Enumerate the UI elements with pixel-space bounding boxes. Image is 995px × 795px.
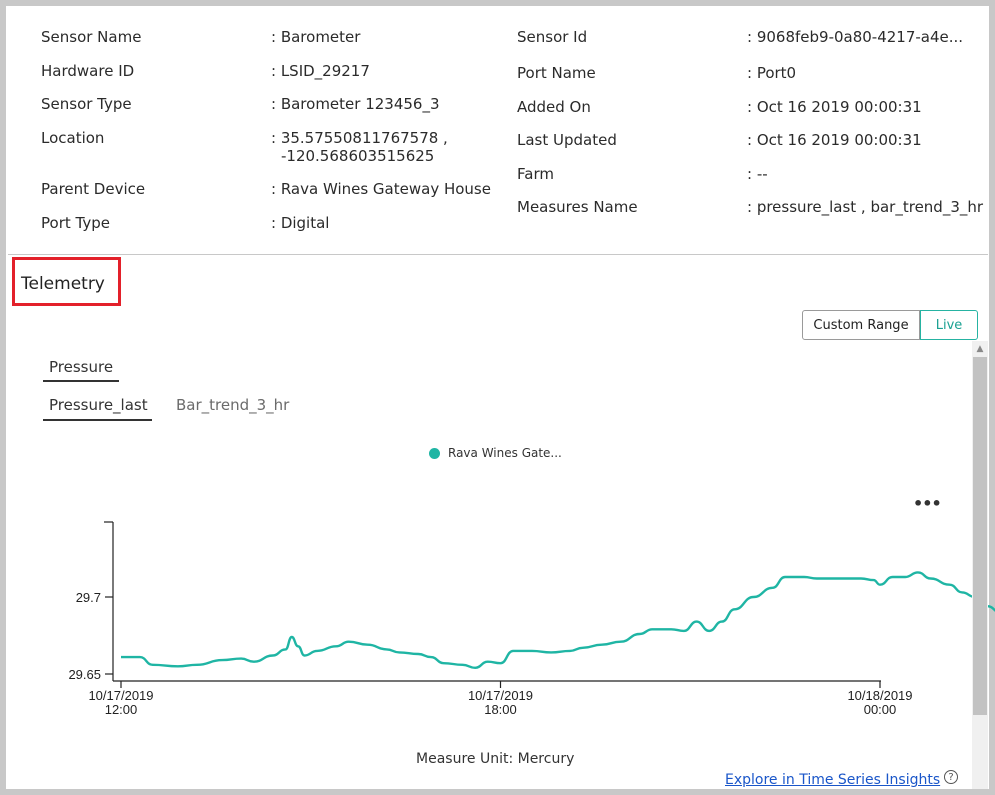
- x-tick-label-date: 10/18/2019: [847, 688, 912, 703]
- y-tick-label: 29.7: [76, 590, 101, 605]
- explore-tsi-link[interactable]: Explore in Time Series Insights: [725, 772, 940, 788]
- measure-unit: Measure Unit: Mercury: [416, 751, 575, 767]
- x-tick-label-date: 10/17/2019: [468, 688, 533, 703]
- series-line: [121, 571, 995, 669]
- x-tick-label-time: 12:00: [105, 702, 138, 717]
- help-icon[interactable]: ?: [944, 770, 958, 784]
- x-tick-label-time: 00:00: [864, 702, 897, 717]
- scroll-up-icon[interactable]: ▲: [972, 341, 988, 357]
- x-tick-label-time: 18:00: [484, 702, 517, 717]
- scroll-thumb[interactable]: [973, 357, 987, 715]
- pressure-chart: 29.6529.710/17/201912:0010/17/201918:001…: [68, 521, 995, 717]
- x-tick-label-date: 10/17/2019: [88, 688, 153, 703]
- scrollbar[interactable]: ▲: [972, 341, 988, 789]
- y-tick-label: 29.65: [68, 667, 101, 682]
